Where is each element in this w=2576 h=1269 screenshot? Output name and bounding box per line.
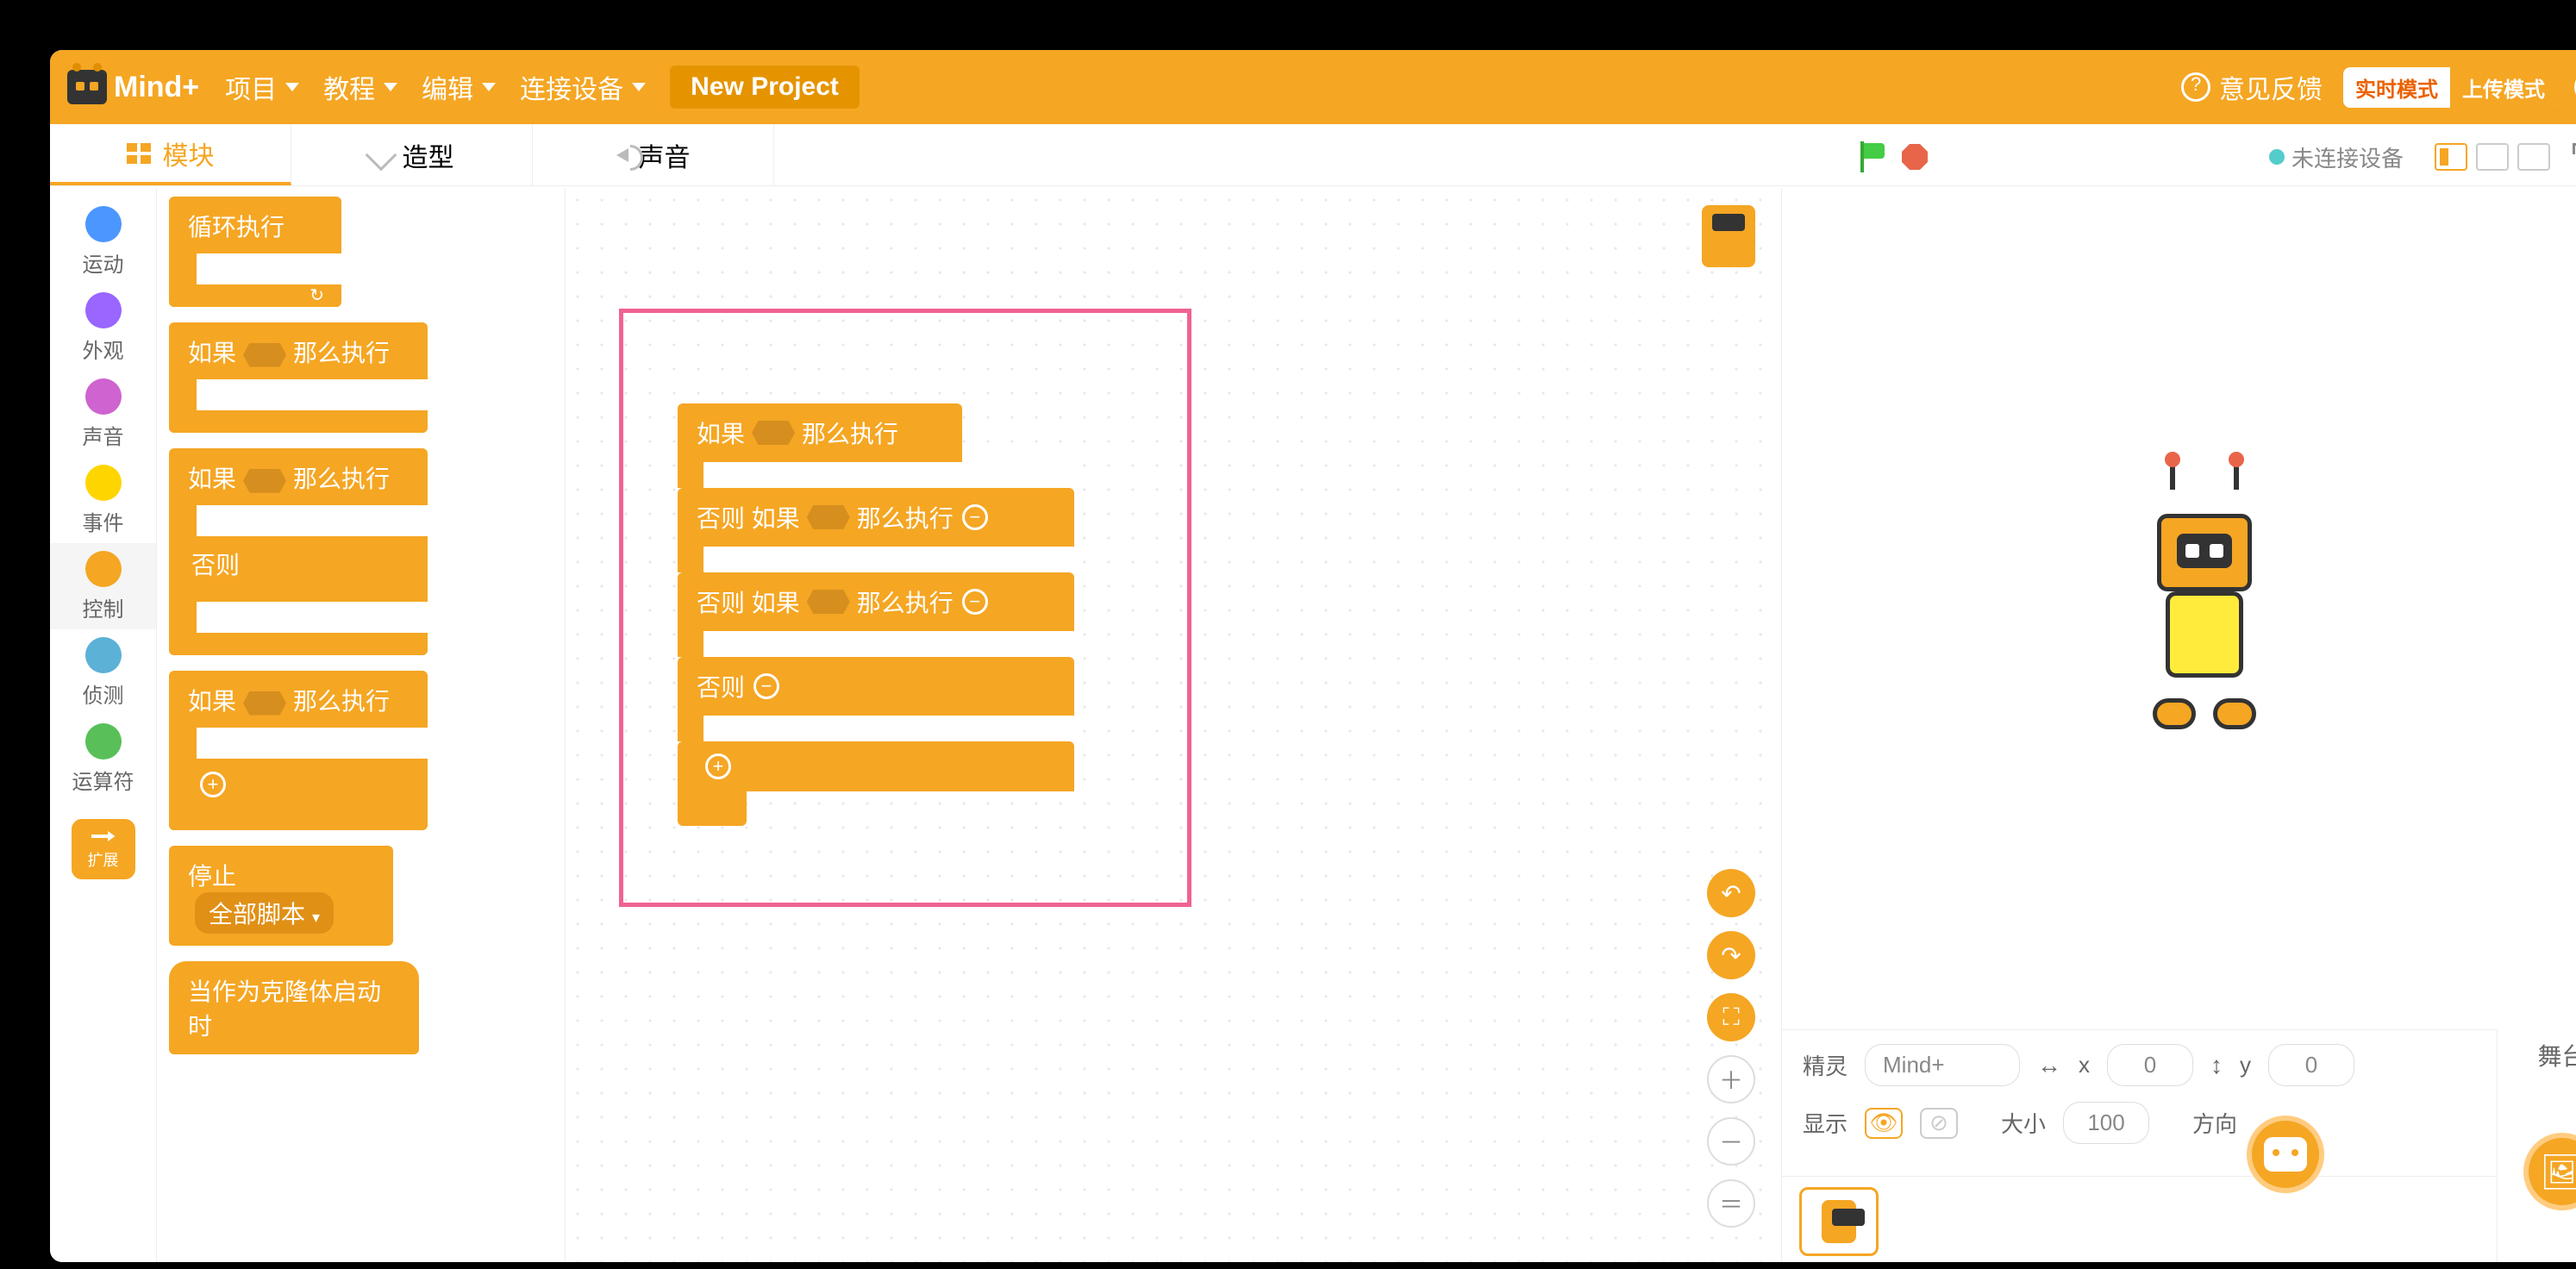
cat-sound[interactable]: 声音 [50,371,156,457]
cat-icon [2264,1137,2307,1172]
minus-icon[interactable]: − [962,504,988,530]
extensions-button[interactable]: 扩展 [72,819,135,879]
menu-project[interactable]: 项目 [225,68,299,106]
cat-events[interactable]: 事件 [50,457,156,543]
mode-realtime[interactable]: 实时模式 [2343,67,2450,108]
caret-icon [482,83,496,91]
connection-status: 未连接设备 [2269,141,2404,173]
minus-icon[interactable]: − [753,673,779,699]
category-column: 运动 外观 声音 事件 控制 侦测 运算符 扩展 [50,188,157,1262]
cat-control[interactable]: 控制 [50,543,156,629]
tab-blocks[interactable]: 模块 [50,124,291,185]
help-icon [2181,72,2210,102]
x-input[interactable]: 0 [2107,1044,2193,1086]
feedback-link[interactable]: 意见反馈 [2181,68,2323,106]
undo-button[interactable]: ↶ [1707,869,1755,917]
stop-icon[interactable] [1902,144,1928,170]
blocks-icon [127,143,153,164]
block-palette: 循环执行 如果那么执行 如果那么执行 否则 如果那么执行 + 停止全部脚本 [157,188,566,1262]
sound-icon [616,148,628,162]
cat-sensing[interactable]: 侦测 [50,629,156,716]
main-menu: 项目 教程 编辑 连接设备 [225,68,646,106]
cat-operators[interactable]: 运算符 [50,716,156,802]
size-input[interactable]: 100 [2063,1102,2149,1144]
zoom-out-button[interactable]: － [1707,1117,1755,1166]
mode-upload[interactable]: 上传模式 [2450,67,2557,108]
green-flag-icon[interactable] [1857,141,1888,172]
sprite-info: 精灵 Mind+ ↔ x 0 ↕ y 0 显示 👁 ⊘ [1782,1029,2497,1176]
caret-icon [384,83,397,91]
sprite-thumb[interactable] [1702,205,1755,267]
menu-edit[interactable]: 编辑 [422,68,496,106]
sprite-list [1782,1176,2497,1262]
titlebar: Mind+ 项目 教程 编辑 连接设备 New Project 意见反馈 实时模… [50,50,2576,124]
cat-looks[interactable]: 外观 [50,284,156,371]
dir-label: 方向 [2192,1107,2237,1139]
redo-button[interactable]: ↷ [1707,931,1755,979]
block-if-elseif[interactable]: 如果那么执行 + [169,671,428,830]
add-sprite-button[interactable] [2247,1116,2324,1193]
stage-column: 舞台 🖼 [2497,1029,2576,1262]
logo-text: Mind+ [114,71,199,104]
zoom-reset-button[interactable]: ＝ [1707,1179,1755,1228]
block-if[interactable]: 如果那么执行 [169,322,428,433]
show-label: 显示 [1803,1107,1848,1139]
y-input[interactable]: 0 [2268,1044,2354,1086]
block-stop[interactable]: 停止全部脚本 [169,846,393,946]
hex-slot [243,691,286,716]
menu-tutorial[interactable]: 教程 [323,68,397,106]
show-button[interactable]: 👁 [1865,1108,1903,1139]
menu-connect[interactable]: 连接设备 [520,68,646,106]
caret-icon [285,83,299,91]
caret-icon [632,83,646,91]
logo-icon [67,70,107,104]
fullscreen-icon[interactable] [2573,143,2576,171]
dropdown[interactable]: 全部脚本 [195,892,334,934]
stage-size-buttons [2435,143,2550,171]
canvas-script[interactable]: 如果那么执行 否则 如果那么执行− 否则 如果那么执行− 否则− + [678,403,1074,826]
size-label: 大小 [2001,1107,2046,1139]
brush-icon [365,139,397,171]
tab-costumes[interactable]: 造型 [291,124,533,185]
logo: Mind+ [67,70,199,104]
stage-controls: 未连接设备 [1857,131,2576,183]
sprite-item[interactable] [1799,1187,1879,1256]
canvas-tools: ↶ ↷ ⛶ ＋ － ＝ [1707,869,1755,1228]
sprite-label: 精灵 [1803,1049,1848,1081]
hide-button[interactable]: ⊘ [1920,1108,1958,1139]
zoom-in-button[interactable]: ＋ [1707,1055,1755,1103]
minus-icon[interactable]: − [962,589,988,615]
arrow-h-icon: ↔ [2037,1052,2061,1079]
hex-slot [243,469,286,493]
hex-slot [243,343,286,367]
add-backdrop-button[interactable]: 🖼 [2523,1133,2576,1210]
stage-panel: 精灵 Mind+ ↔ x 0 ↕ y 0 显示 👁 ⊘ [1781,188,2576,1262]
sprite-name-input[interactable]: Mind+ [1865,1044,2020,1086]
plus-icon[interactable]: + [200,772,226,797]
project-name[interactable]: New Project [670,66,860,109]
sprite-robot[interactable] [2144,488,2265,729]
stage-large-button[interactable] [2476,143,2509,171]
block-forever[interactable]: 循环执行 [169,197,341,307]
cat-motion[interactable]: 运动 [50,198,156,284]
script-canvas[interactable]: 如果那么执行 否则 如果那么执行− 否则 如果那么执行− 否则− + ↶ ↷ ⛶… [566,188,1781,1262]
mode-toggle[interactable]: 实时模式 上传模式 [2343,67,2557,108]
tab-sounds[interactable]: 声音 [533,124,774,185]
stage[interactable] [1791,197,2576,1021]
stage-small-button[interactable] [2435,143,2467,171]
block-if-else[interactable]: 如果那么执行 否则 [169,448,428,655]
plus-icon[interactable]: + [705,753,731,779]
status-dot-icon [2269,149,2285,165]
block-clone-start[interactable]: 当作为克隆体启动时 [169,961,419,1054]
arrow-v-icon: ↕ [2210,1052,2223,1079]
crop-button[interactable]: ⛶ [1707,993,1755,1041]
stage-full-button[interactable] [2517,143,2550,171]
